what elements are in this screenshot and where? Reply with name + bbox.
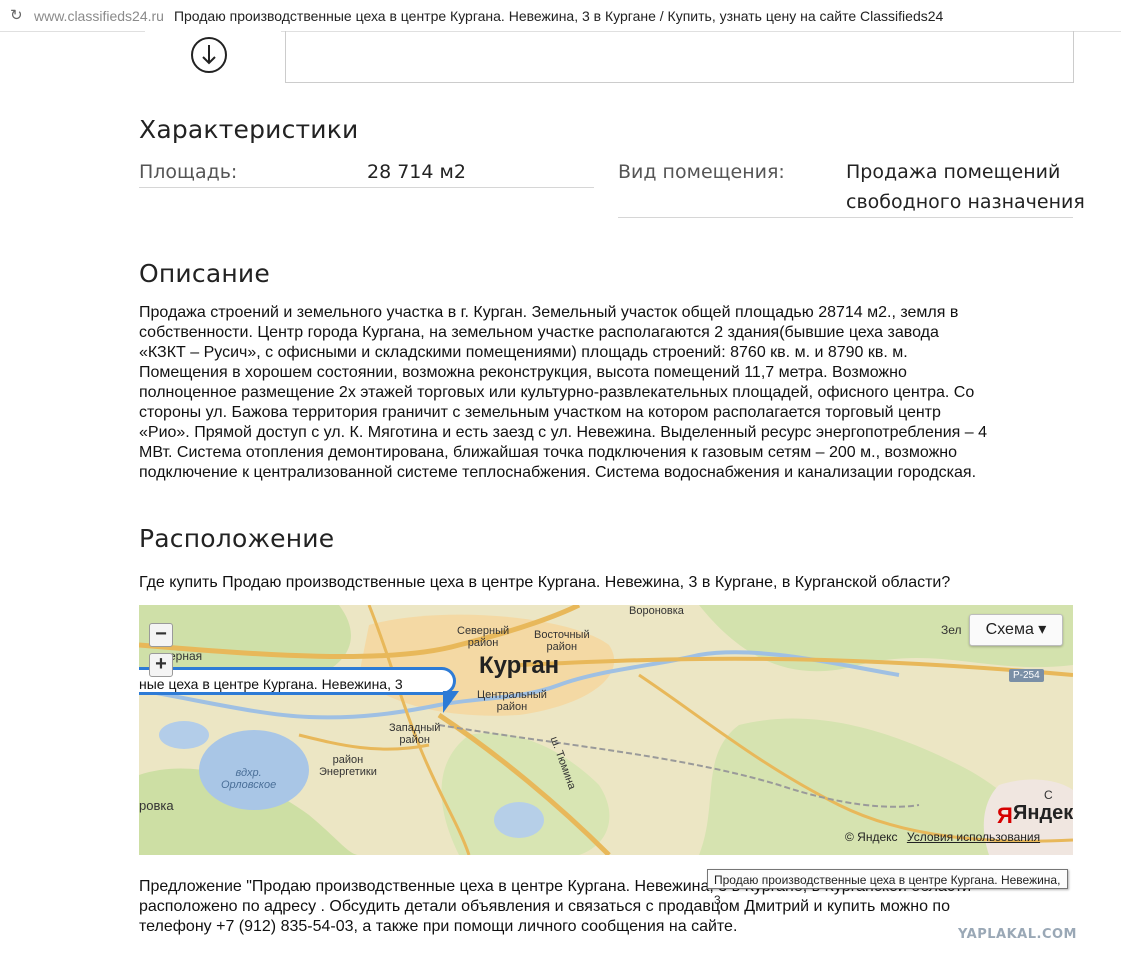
description-line: МВт. Система отопления демонтирована, бл… — [139, 444, 958, 461]
premises-type-divider — [618, 217, 1073, 218]
characteristics-heading: Характеристики — [139, 115, 359, 144]
description-line: Помещения в хорошем состоянии, возможна … — [139, 364, 907, 381]
area-value: 28 714 м2 — [367, 161, 466, 183]
copyright-text: © Яндекс — [845, 830, 898, 844]
zoom-out-button[interactable]: − — [149, 623, 173, 647]
watermark: YAPLAKAL.COM — [958, 927, 1077, 942]
premises-type-label: Вид помещения: — [618, 161, 785, 183]
premises-type-value-line1: Продажа помещений — [846, 161, 1061, 183]
reload-icon[interactable]: ↻ — [10, 8, 24, 23]
area-divider — [139, 187, 594, 188]
offer-line: телефону +7 (912) 835-54-03, а также при… — [139, 918, 738, 935]
map-balloon[interactable]: ные цеха в центре Кургана. Невежина, 3 — [139, 667, 456, 695]
location-heading: Расположение — [139, 524, 335, 553]
map-balloon-pointer-icon — [443, 691, 459, 713]
yandex-map[interactable]: Я Северный район Восточный район Центральн… — [139, 605, 1073, 855]
description-line: полноценное размещение 2х этажей торговы… — [139, 384, 975, 401]
map-city-name: Курган — [479, 652, 560, 679]
map-label-severny: Северный район — [457, 625, 510, 649]
description-line: собственности. Центр города Кургана, на … — [139, 324, 939, 341]
map-copyright: © Яндекс Условия использования — [845, 830, 1040, 844]
map-label-nernaya: ерная — [169, 649, 203, 663]
hover-tooltip: Продаю производственные цеха в центре Ку… — [707, 869, 1068, 907]
description-line: подключение к централизованной системе т… — [139, 464, 977, 481]
description-line: «КЗКТ – Русич», с офисными и складскими … — [139, 344, 908, 361]
description-line: Продажа строений и земельного участка в … — [139, 304, 959, 321]
map-label-centralny: Центральный район — [477, 689, 547, 713]
map-label-zapadny: Западный район — [389, 722, 441, 746]
top-content-box — [285, 31, 1074, 83]
zoom-in-button[interactable]: + — [149, 653, 173, 677]
yandex-logo: Яндекс — [1013, 802, 1073, 824]
browser-title-bar: ↻ www.classifieds24.ru Продаю производст… — [0, 0, 1121, 32]
description-text: Продажа строений и земельного участка в … — [139, 303, 1079, 483]
location-question: Где купить Продаю производственные цеха … — [139, 574, 951, 591]
browser-url[interactable]: www.classifieds24.ru — [34, 8, 164, 24]
map-background: Я — [139, 605, 1073, 855]
svg-text:Я: Я — [997, 803, 1013, 828]
map-label-voronovka: Вороновка — [629, 605, 684, 617]
description-line: стороны ул. Бажова территория граничит с… — [139, 404, 941, 421]
map-label-energetiki: район Энергетики — [319, 754, 377, 778]
description-line: «Рио». Прямой доступ с ул. К. Мяготина и… — [139, 424, 987, 441]
map-label-edge: С — [1044, 788, 1053, 802]
map-layer-dropdown[interactable]: Схема ▾ — [969, 614, 1063, 646]
description-heading: Описание — [139, 259, 270, 288]
map-label-zele: Зел — [941, 623, 962, 637]
map-label-lake: вдхр. Орловское — [221, 767, 277, 791]
road-sign-r254: Р-254 — [1009, 669, 1044, 682]
offer-line: расположено по адресу . Обсудить детали … — [139, 898, 950, 915]
area-label: Площадь: — [139, 161, 238, 183]
terms-link[interactable]: Условия использования — [907, 830, 1040, 844]
map-label-vostochny: Восточный район — [534, 629, 590, 653]
map-label-orlovka: ровка — [139, 798, 174, 813]
premises-type-value-line2: свободного назначения — [846, 191, 1085, 213]
browser-page-title: Продаю производственные цеха в центре Ку… — [173, 7, 944, 24]
download-arrow-icon[interactable] — [190, 36, 228, 74]
